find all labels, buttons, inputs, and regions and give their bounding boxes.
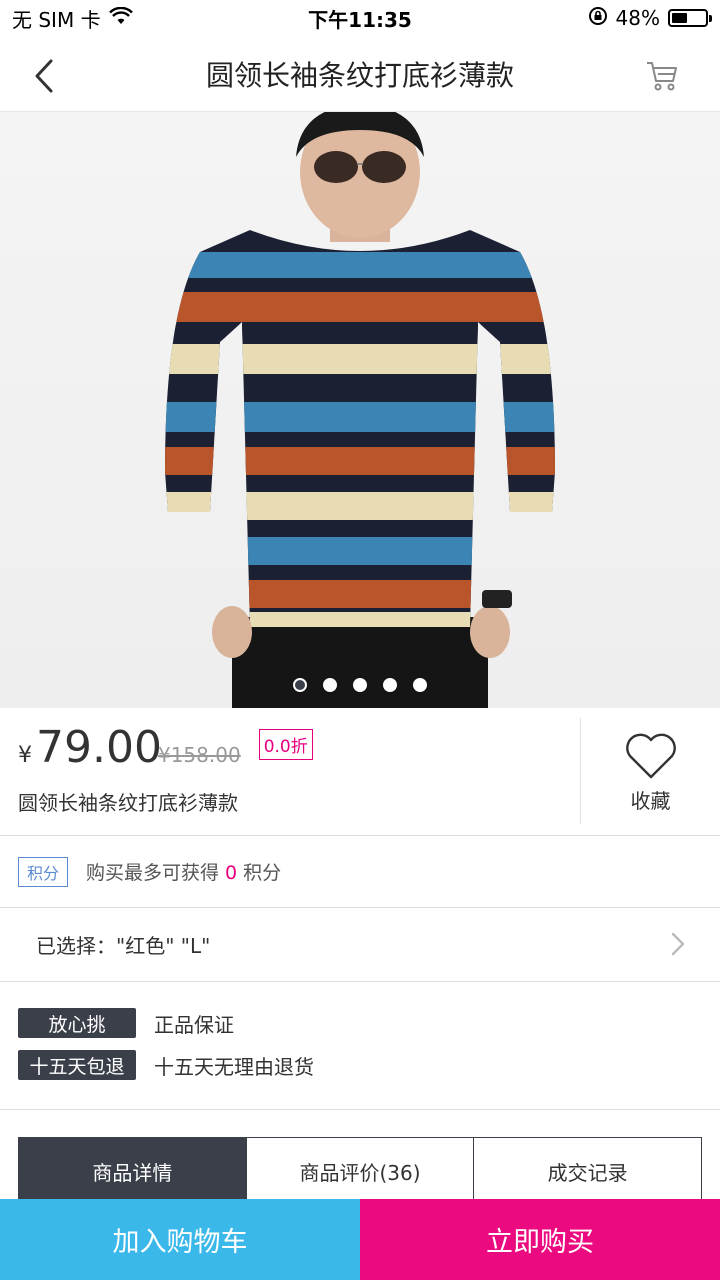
spec-selector[interactable]: 已选择："红色" "L" <box>0 908 720 982</box>
carousel-dot[interactable] <box>413 678 427 692</box>
original-price: ¥158.00 <box>157 743 241 767</box>
add-to-cart-button[interactable]: 加入购物车 <box>0 1199 360 1280</box>
price-section: ¥ 79.00 ¥158.00 0.0折 圆领长袖条纹打底衫薄款 收藏 <box>0 708 720 836</box>
chevron-left-icon <box>35 59 53 93</box>
battery-percent: 48% <box>615 6 660 30</box>
points-value: 0 <box>225 862 238 884</box>
buy-now-button[interactable]: 立即购买 <box>360 1199 720 1280</box>
carousel-dot[interactable] <box>293 678 307 692</box>
product-image <box>165 112 555 708</box>
guarantee-badge: 十五天包退 <box>18 1050 136 1080</box>
product-image-carousel[interactable] <box>0 112 720 708</box>
tab-product-reviews[interactable]: 商品评价(36) <box>246 1138 475 1204</box>
points-row: 积分 购买最多可获得 0 积分 <box>0 836 720 908</box>
guarantee-row: 放心挑 正品保证 <box>18 1008 720 1038</box>
product-name: 圆领长袖条纹打底衫薄款 <box>18 791 238 815</box>
battery-level <box>672 13 688 23</box>
bottom-action-bar: 加入购物车 立即购买 <box>0 1199 720 1280</box>
current-price: 79.00 <box>36 722 162 773</box>
guarantee-text: 正品保证 <box>154 1012 234 1037</box>
guarantee-row: 十五天包退 十五天无理由退货 <box>18 1050 720 1080</box>
status-right: 48% <box>588 6 712 31</box>
price-row: ¥ 79.00 ¥158.00 0.0折 <box>18 722 578 773</box>
selected-spec-text: 已选择："红色" "L" <box>36 934 211 958</box>
page-title: 圆领长袖条纹打底衫薄款 <box>205 58 514 92</box>
price-info: ¥ 79.00 ¥158.00 0.0折 圆领长袖条纹打底衫薄款 <box>18 722 578 816</box>
guarantee-badge: 放心挑 <box>18 1008 136 1038</box>
points-prefix: 购买最多可获得 <box>86 862 220 884</box>
points-text: 购买最多可获得 0 积分 <box>86 858 281 885</box>
chevron-right-icon <box>671 932 685 956</box>
status-left: 无 SIM 卡 <box>12 4 133 33</box>
carousel-indicator <box>0 678 720 692</box>
status-bar: 无 SIM 卡 下午11:35 48% <box>0 0 720 36</box>
rotation-lock-icon <box>588 6 608 31</box>
battery-icon <box>668 9 712 27</box>
back-button[interactable] <box>22 54 66 98</box>
heart-icon <box>625 733 676 778</box>
favorite-button[interactable]: 收藏 <box>581 708 720 836</box>
carousel-dot[interactable] <box>323 678 337 692</box>
points-badge: 积分 <box>18 856 69 887</box>
discount-badge: 0.0折 <box>258 729 313 760</box>
tab-transaction-records[interactable]: 成交记录 <box>474 1138 702 1204</box>
currency-symbol: ¥ <box>18 743 32 768</box>
guarantee-text: 十五天无理由退货 <box>154 1054 314 1079</box>
favorite-label: 收藏 <box>630 788 671 813</box>
guarantees-section: 放心挑 正品保证 十五天包退 十五天无理由退货 <box>0 982 720 1110</box>
nav-bar: 圆领长袖条纹打底衫薄款 <box>0 36 720 112</box>
detail-tabs: 商品详情 商品评价(36) 成交记录 <box>18 1137 702 1205</box>
points-suffix: 积分 <box>243 862 282 884</box>
carrier-label: 无 SIM 卡 <box>12 7 101 32</box>
carousel-dot[interactable] <box>353 678 367 692</box>
cart-button[interactable] <box>640 54 684 98</box>
carousel-dot[interactable] <box>383 678 397 692</box>
tab-product-details[interactable]: 商品详情 <box>19 1138 247 1204</box>
wifi-icon <box>108 6 133 30</box>
cart-icon <box>647 62 677 91</box>
